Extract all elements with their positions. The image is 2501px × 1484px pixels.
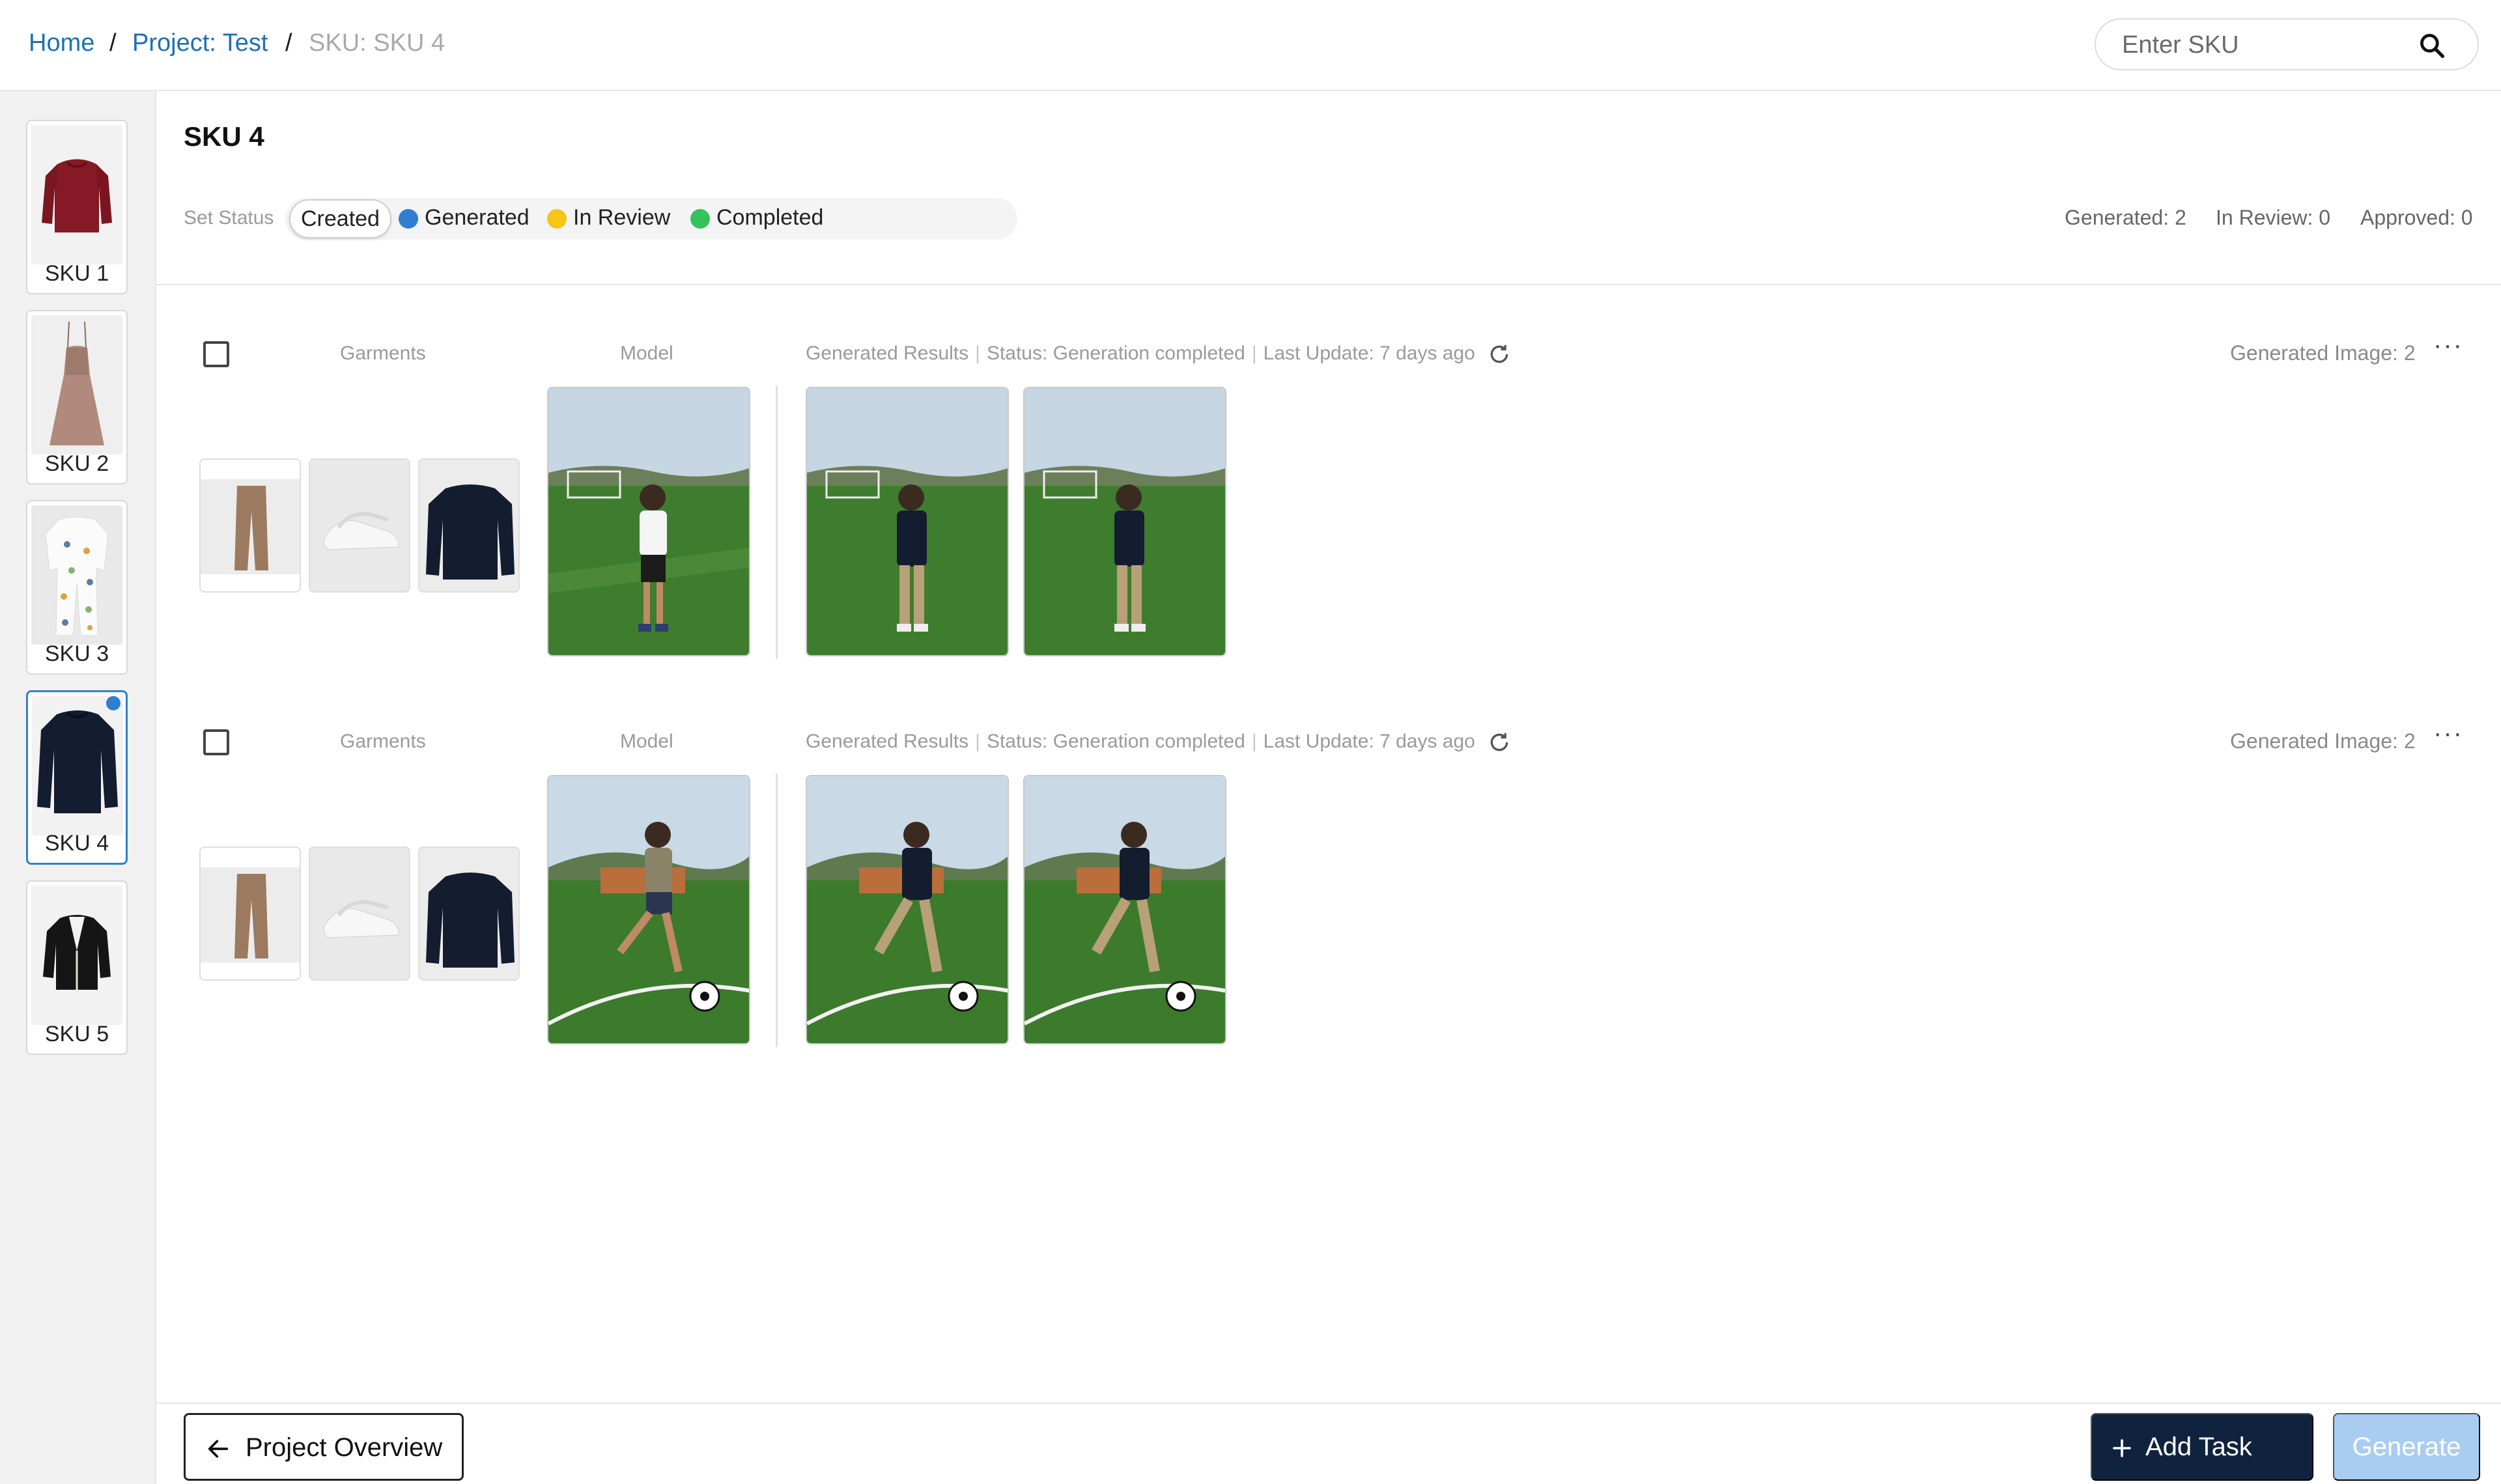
model-photo[interactable] (547, 775, 750, 1044)
status-option-in-review[interactable]: In Review (547, 199, 670, 238)
breadcrumb-separator: / (109, 29, 117, 57)
garments-label: Garments (340, 343, 426, 364)
generated-count: Generated: 2 (2065, 206, 2186, 229)
model-label: Model (620, 731, 673, 752)
generate-label: Generate (2352, 1433, 2461, 1461)
sidebar-item-sku-5[interactable]: SKU 5 (26, 880, 128, 1055)
generated-result-image[interactable] (1023, 775, 1226, 1044)
sidebar-item-sku-2[interactable]: SKU 2 (26, 310, 128, 484)
task-row: Garments Model Generated Results | Status:… (156, 714, 2501, 1078)
search-icon[interactable] (2418, 31, 2446, 60)
garment-sweater-thumbnail[interactable] (418, 847, 520, 981)
task-row: Garments Model Generated Results | Status:… (156, 326, 2501, 690)
sidebar-item-label: SKU 2 (44, 451, 109, 476)
plus-icon (2113, 1439, 2131, 1457)
breadcrumb-separator: / (285, 29, 292, 57)
add-task-button[interactable]: Add Task (2091, 1413, 2313, 1481)
status-option-generated[interactable]: Generated (399, 199, 530, 238)
yellow-dot-icon (547, 209, 567, 229)
sku-search-input[interactable] (2122, 30, 2409, 60)
project-overview-button[interactable]: Project Overview (184, 1413, 464, 1481)
more-options-icon[interactable]: ··· (2433, 719, 2463, 748)
sidebar-item-sku-1[interactable]: SKU 1 (26, 120, 128, 294)
navy-sweater-icon (32, 696, 123, 835)
green-dot-icon (690, 209, 710, 229)
generated-image-count: Generated Image: 2 (2230, 341, 2416, 365)
add-task-label: Add Task (2145, 1433, 2252, 1461)
project-overview-label: Project Overview (246, 1433, 443, 1462)
task-checkbox[interactable] (203, 341, 229, 367)
sidebar-item-sku-3[interactable]: SKU 3 (26, 500, 128, 675)
approved-count: Approved: 0 (2360, 206, 2473, 229)
last-update: Last Update: 7 days ago (1263, 731, 1475, 752)
garment-pants-thumbnail[interactable] (199, 458, 301, 593)
garments-label: Garments (340, 731, 426, 752)
sidebar-item-label: SKU 1 (44, 261, 109, 286)
task-checkbox[interactable] (203, 729, 229, 755)
page-title: SKU 4 (184, 121, 264, 152)
garment-pants-thumbnail[interactable] (199, 847, 301, 981)
set-status-label: Set Status (184, 207, 274, 229)
task-status: Status: Generation completed (986, 731, 1245, 752)
footer-bar: Project Overview Add Task Generate (156, 1403, 2501, 1484)
breadcrumb-home[interactable]: Home (29, 29, 94, 57)
cardigan-icon (31, 886, 122, 1025)
sidebar-item-label: SKU 4 (44, 831, 109, 856)
status-option-created[interactable]: Created (289, 199, 391, 238)
red-sweater-icon (31, 125, 122, 264)
status-option-completed[interactable]: Completed (690, 199, 823, 238)
task-meta: Generated Results | Status: Generation com… (806, 731, 1475, 752)
model-label: Model (620, 343, 673, 364)
task-status: Status: Generation completed (986, 343, 1245, 364)
sidebar-item-label: SKU 3 (44, 641, 109, 666)
generate-button[interactable]: Generate (2333, 1413, 2480, 1481)
model-photo[interactable] (547, 387, 750, 656)
arrow-left-icon (208, 1440, 229, 1458)
task-meta: Generated Results | Status: Generation com… (806, 343, 1475, 364)
in-review-count: In Review: 0 (2216, 206, 2331, 229)
generated-result-image[interactable] (1023, 387, 1226, 656)
divider (776, 774, 778, 1047)
sleepsuit-icon (31, 505, 122, 645)
sidebar-item-label: SKU 5 (44, 1022, 109, 1046)
refresh-icon[interactable] (1486, 729, 1512, 755)
garment-sweater-thumbnail[interactable] (418, 458, 520, 593)
selected-indicator-dot (106, 696, 120, 710)
blue-dot-icon (399, 209, 418, 229)
refresh-icon[interactable] (1486, 341, 1512, 367)
more-options-icon[interactable]: ··· (2433, 331, 2463, 360)
generated-result-image[interactable] (806, 387, 1009, 656)
top-bar: Home / Project: Test / SKU: SKU 4 (0, 0, 2501, 91)
divider (776, 385, 778, 659)
divider (156, 284, 2501, 285)
sku-search-box[interactable] (2095, 18, 2479, 70)
dress-icon (31, 315, 122, 455)
last-update: Last Update: 7 days ago (1263, 343, 1475, 364)
sidebar-item-sku-4[interactable]: SKU 4 (26, 690, 128, 865)
breadcrumb-current: SKU: SKU 4 (309, 29, 445, 57)
results-label: Generated Results (806, 343, 969, 364)
results-label: Generated Results (806, 731, 969, 752)
sku-sidebar: SKU 1 SKU 2 SKU 3 SKU 4 SKU 5 (0, 91, 156, 1484)
garment-shoes-thumbnail[interactable] (309, 458, 410, 593)
generated-result-image[interactable] (806, 775, 1009, 1044)
garment-shoes-thumbnail[interactable] (309, 847, 410, 981)
breadcrumb-project[interactable]: Project: Test (132, 29, 268, 57)
generated-image-count: Generated Image: 2 (2230, 729, 2416, 753)
